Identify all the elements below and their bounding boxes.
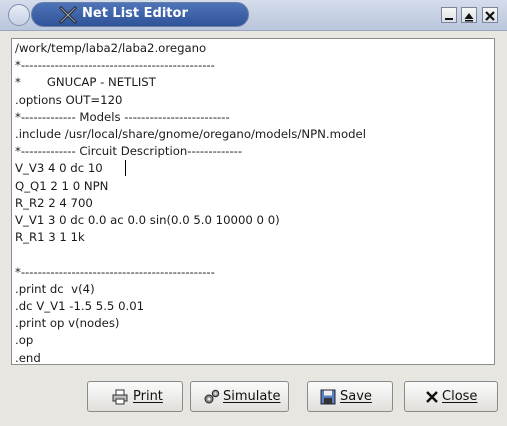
close-icon xyxy=(485,11,495,21)
printer-icon xyxy=(112,389,128,405)
window-title: Net List Editor xyxy=(82,6,188,21)
floppy-disk-icon xyxy=(320,389,336,405)
print-button[interactable]: Print xyxy=(87,381,183,412)
x-window-icon xyxy=(59,6,77,24)
minimize-button[interactable] xyxy=(441,7,457,23)
close-window-button[interactable] xyxy=(482,7,498,23)
close-button[interactable]: Close xyxy=(404,381,498,412)
net-list-editor-window: Net List Editor /work/temp/laba2/laba2.o… xyxy=(0,0,507,426)
simulate-button[interactable]: Simulate xyxy=(190,381,289,412)
maximize-icon xyxy=(464,13,474,22)
window-menu-button[interactable] xyxy=(8,4,30,26)
close-x-icon xyxy=(426,391,438,403)
simulate-button-label: Simulate xyxy=(223,389,281,404)
print-button-label: Print xyxy=(133,389,163,404)
minimize-icon xyxy=(445,18,453,20)
save-button-label: Save xyxy=(340,389,372,404)
netlist-text-area[interactable]: /work/temp/laba2/laba2.oregano *--------… xyxy=(11,38,495,365)
text-cursor xyxy=(125,160,126,176)
maximize-button[interactable] xyxy=(461,7,477,23)
save-button[interactable]: Save xyxy=(307,381,393,412)
title-bar[interactable]: Net List Editor xyxy=(0,0,507,31)
gears-icon xyxy=(204,389,220,404)
netlist-text[interactable]: /work/temp/laba2/laba2.oregano *--------… xyxy=(15,40,366,364)
close-button-label: Close xyxy=(442,389,478,404)
